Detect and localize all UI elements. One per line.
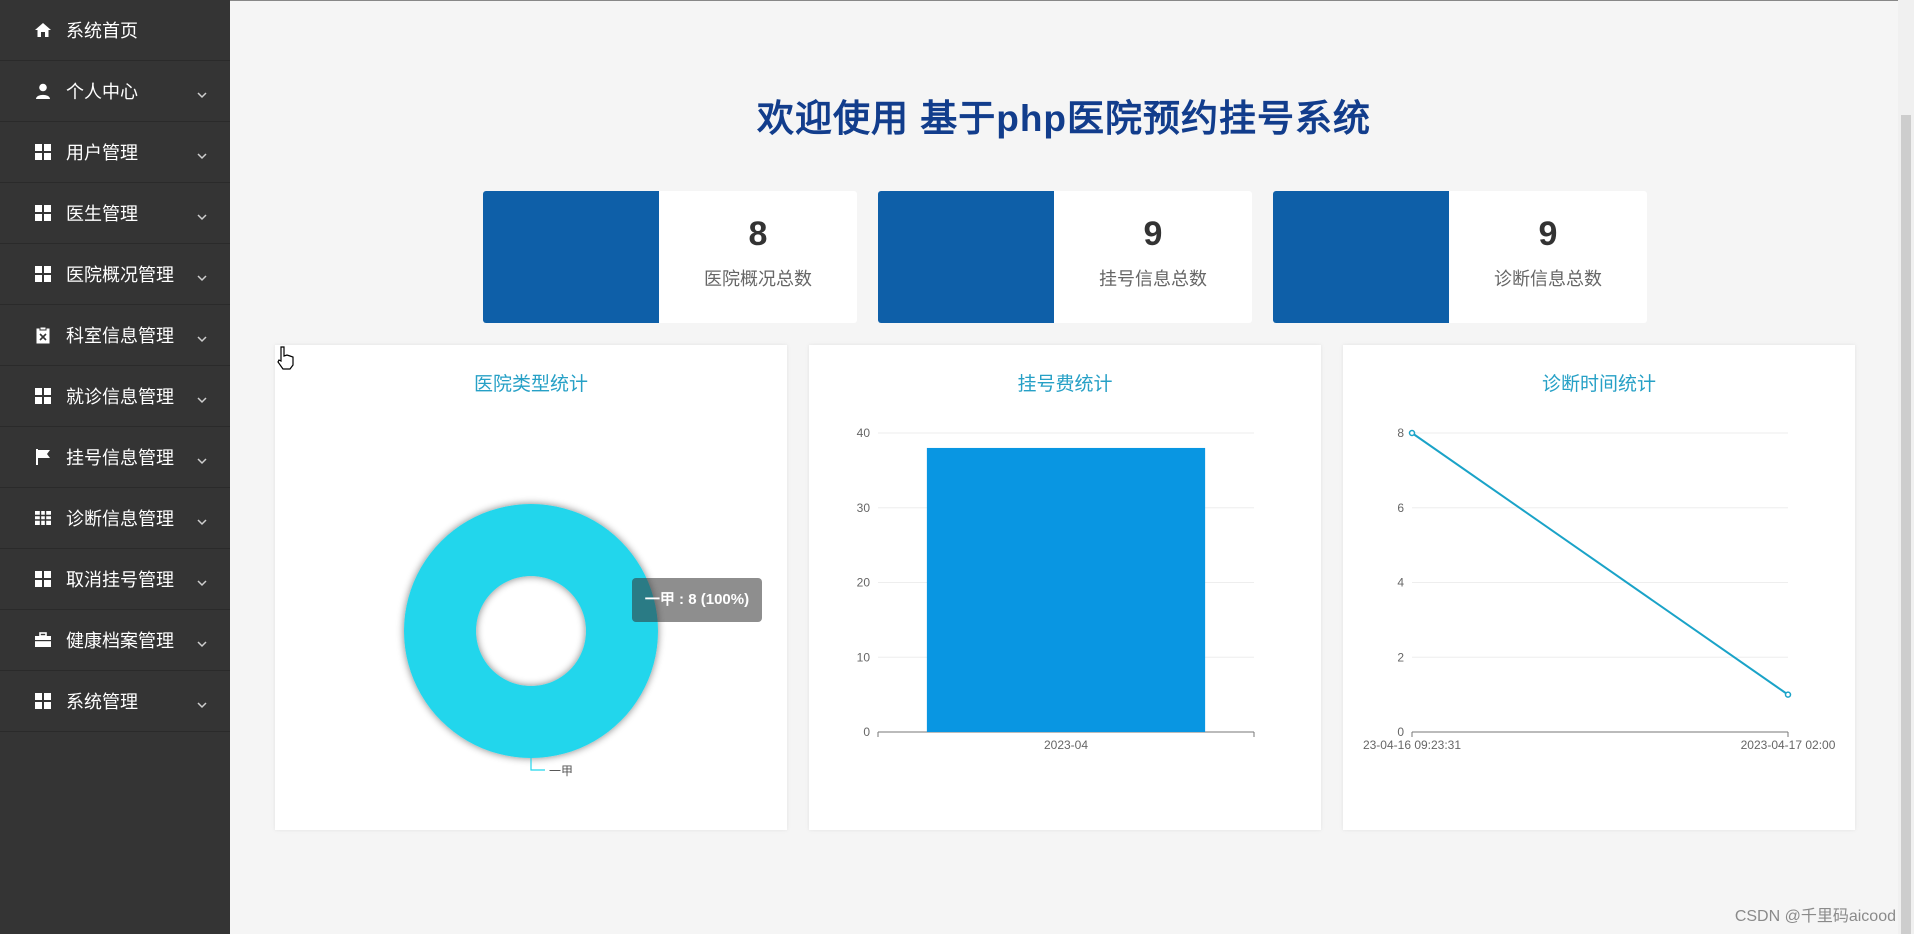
grid-icon [34,265,52,283]
chevron-down-icon [196,268,208,282]
pie-label-line [530,756,545,771]
line-chart[interactable]: 0 2 4 6 8 23-04-16 09:23:31 2023-04-17 02:00 [1343,345,1855,830]
chevron-down-icon [196,85,208,99]
grid-icon [34,692,52,710]
home-icon [34,21,52,39]
grid-icon [34,204,52,222]
grid-icon [34,570,52,588]
bar [926,447,1206,732]
sidebar-item-8[interactable]: 诊断信息管理 [0,488,230,549]
table-icon [34,509,52,527]
watermark: CSDN @千里码aicood [1734,908,1896,925]
sidebar-item-11[interactable]: 系统管理 [0,671,230,732]
chevron-down-icon [196,695,208,709]
chevron-down-icon [196,329,208,343]
clipboard-icon [34,326,52,344]
line-point [1784,691,1792,698]
y-tick-label: 10 [857,650,871,664]
grid-icon [34,143,52,161]
sidebar-item-7[interactable]: 挂号信息管理 [0,427,230,488]
flag-icon [34,448,52,466]
sidebar-item-label: 医生管理 [66,204,138,224]
x-tick-label: 2023-04-17 02:00 [1741,738,1836,752]
sidebar-item-2[interactable]: 用户管理 [0,122,230,183]
stat-label: 医院概况总数 [704,269,812,289]
chevron-down-icon [196,207,208,221]
stat-label: 诊断信息总数 [1494,269,1602,289]
line-point [1408,429,1416,437]
sidebar-item-label: 科室信息管理 [66,326,174,346]
sidebar-item-label: 用户管理 [66,143,138,163]
y-tick-label: 0 [1397,725,1404,739]
stat-card-block [1273,191,1449,323]
y-tick-label: 2 [1397,650,1404,664]
vertical-scrollbar[interactable] [1898,0,1914,934]
page-title: 欢迎使用 基于php医院预约挂号系统 [756,98,1372,139]
chevron-down-icon [196,573,208,587]
stat-label: 挂号信息总数 [1099,269,1207,289]
sidebar-item-label: 取消挂号管理 [66,570,174,590]
stat-value: 9 [1538,215,1558,253]
y-tick-label: 40 [857,426,871,440]
pie-slice-label: 一甲 [549,764,573,778]
sidebar-item-9[interactable]: 取消挂号管理 [0,549,230,610]
pointer-cursor-icon [277,346,294,370]
stat-value: 8 [748,215,768,253]
user-icon [34,82,52,100]
stat-value: 9 [1143,215,1163,253]
x-tick-label: 23-04-16 09:23:31 [1363,738,1461,752]
chart-tooltip: 一甲 : 8 (100%) [632,578,762,622]
main-content: 欢迎使用 基于php医院预约挂号系统 8 医院概况总数 9 挂号信息总数 9 诊… [230,0,1914,934]
chevron-down-icon [196,390,208,404]
chevron-down-icon [196,512,208,526]
grid-icon [34,387,52,405]
sidebar-item-6[interactable]: 就诊信息管理 [0,366,230,427]
sidebar-item-5[interactable]: 科室信息管理 [0,305,230,366]
sidebar-item-3[interactable]: 医生管理 [0,183,230,244]
scrollbar-thumb[interactable] [1901,115,1911,934]
sidebar-item-10[interactable]: 健康档案管理 [0,610,230,671]
y-tick-label: 6 [1397,501,1404,515]
pie-slice [403,504,658,758]
y-tick-label: 8 [1397,426,1404,440]
y-tick-label: 30 [857,501,871,515]
stat-card-registration: 9 挂号信息总数 [878,191,1252,323]
sidebar-item-label: 医院概况管理 [66,265,174,285]
briefcase-icon [34,631,52,649]
y-tick-label: 0 [863,725,870,739]
y-tick-label: 4 [1397,576,1404,590]
stat-card-hospital-overview: 8 医院概况总数 [483,191,857,323]
sidebar-item-label: 诊断信息管理 [66,509,174,529]
chevron-down-icon [196,451,208,465]
sidebar-item-label: 系统首页 [66,21,138,41]
stat-card-block [483,191,659,323]
x-tick-label: 2023-04 [1044,738,1088,752]
sidebar-item-label: 就诊信息管理 [66,387,174,407]
sidebar-item-label: 健康档案管理 [66,631,174,651]
stat-card-block [878,191,1054,323]
sidebar-item-label: 个人中心 [66,82,138,102]
sidebar-item-4[interactable]: 医院概况管理 [0,244,230,305]
stat-card-diagnosis: 9 诊断信息总数 [1273,191,1647,323]
app-root: 系统首页个人中心用户管理医生管理医院概况管理 科室信息管理 就诊信息管理 挂号信息管理… [0,0,1914,934]
sidebar: 系统首页个人中心用户管理医生管理医院概况管理 科室信息管理 就诊信息管理 挂号信息管理… [0,0,230,934]
sidebar-item-0[interactable]: 系统首页 [0,0,230,61]
sidebar-item-label: 系统管理 [66,692,138,712]
chart-card-hospital-type: 医院类型统计 一甲 一甲 : 8 (100%) [275,345,787,830]
chart-card-diagnosis-time: 诊断时间统计 0 2 4 6 8 23-04-16 09:23:31 2023-04-17 … [1343,345,1855,830]
top-divider [230,0,1898,1]
chart-card-registration-fee: 挂号费统计 0 10 20 30 40 2023-04 [809,345,1321,830]
sidebar-item-label: 挂号信息管理 [66,448,174,468]
y-tick-label: 20 [857,576,871,590]
bar-chart[interactable]: 0 10 20 30 40 2023-04 [809,345,1321,830]
sidebar-item-1[interactable]: 个人中心 [0,61,230,122]
chevron-down-icon [196,634,208,648]
line-series [1411,432,1789,696]
chevron-down-icon [196,146,208,160]
